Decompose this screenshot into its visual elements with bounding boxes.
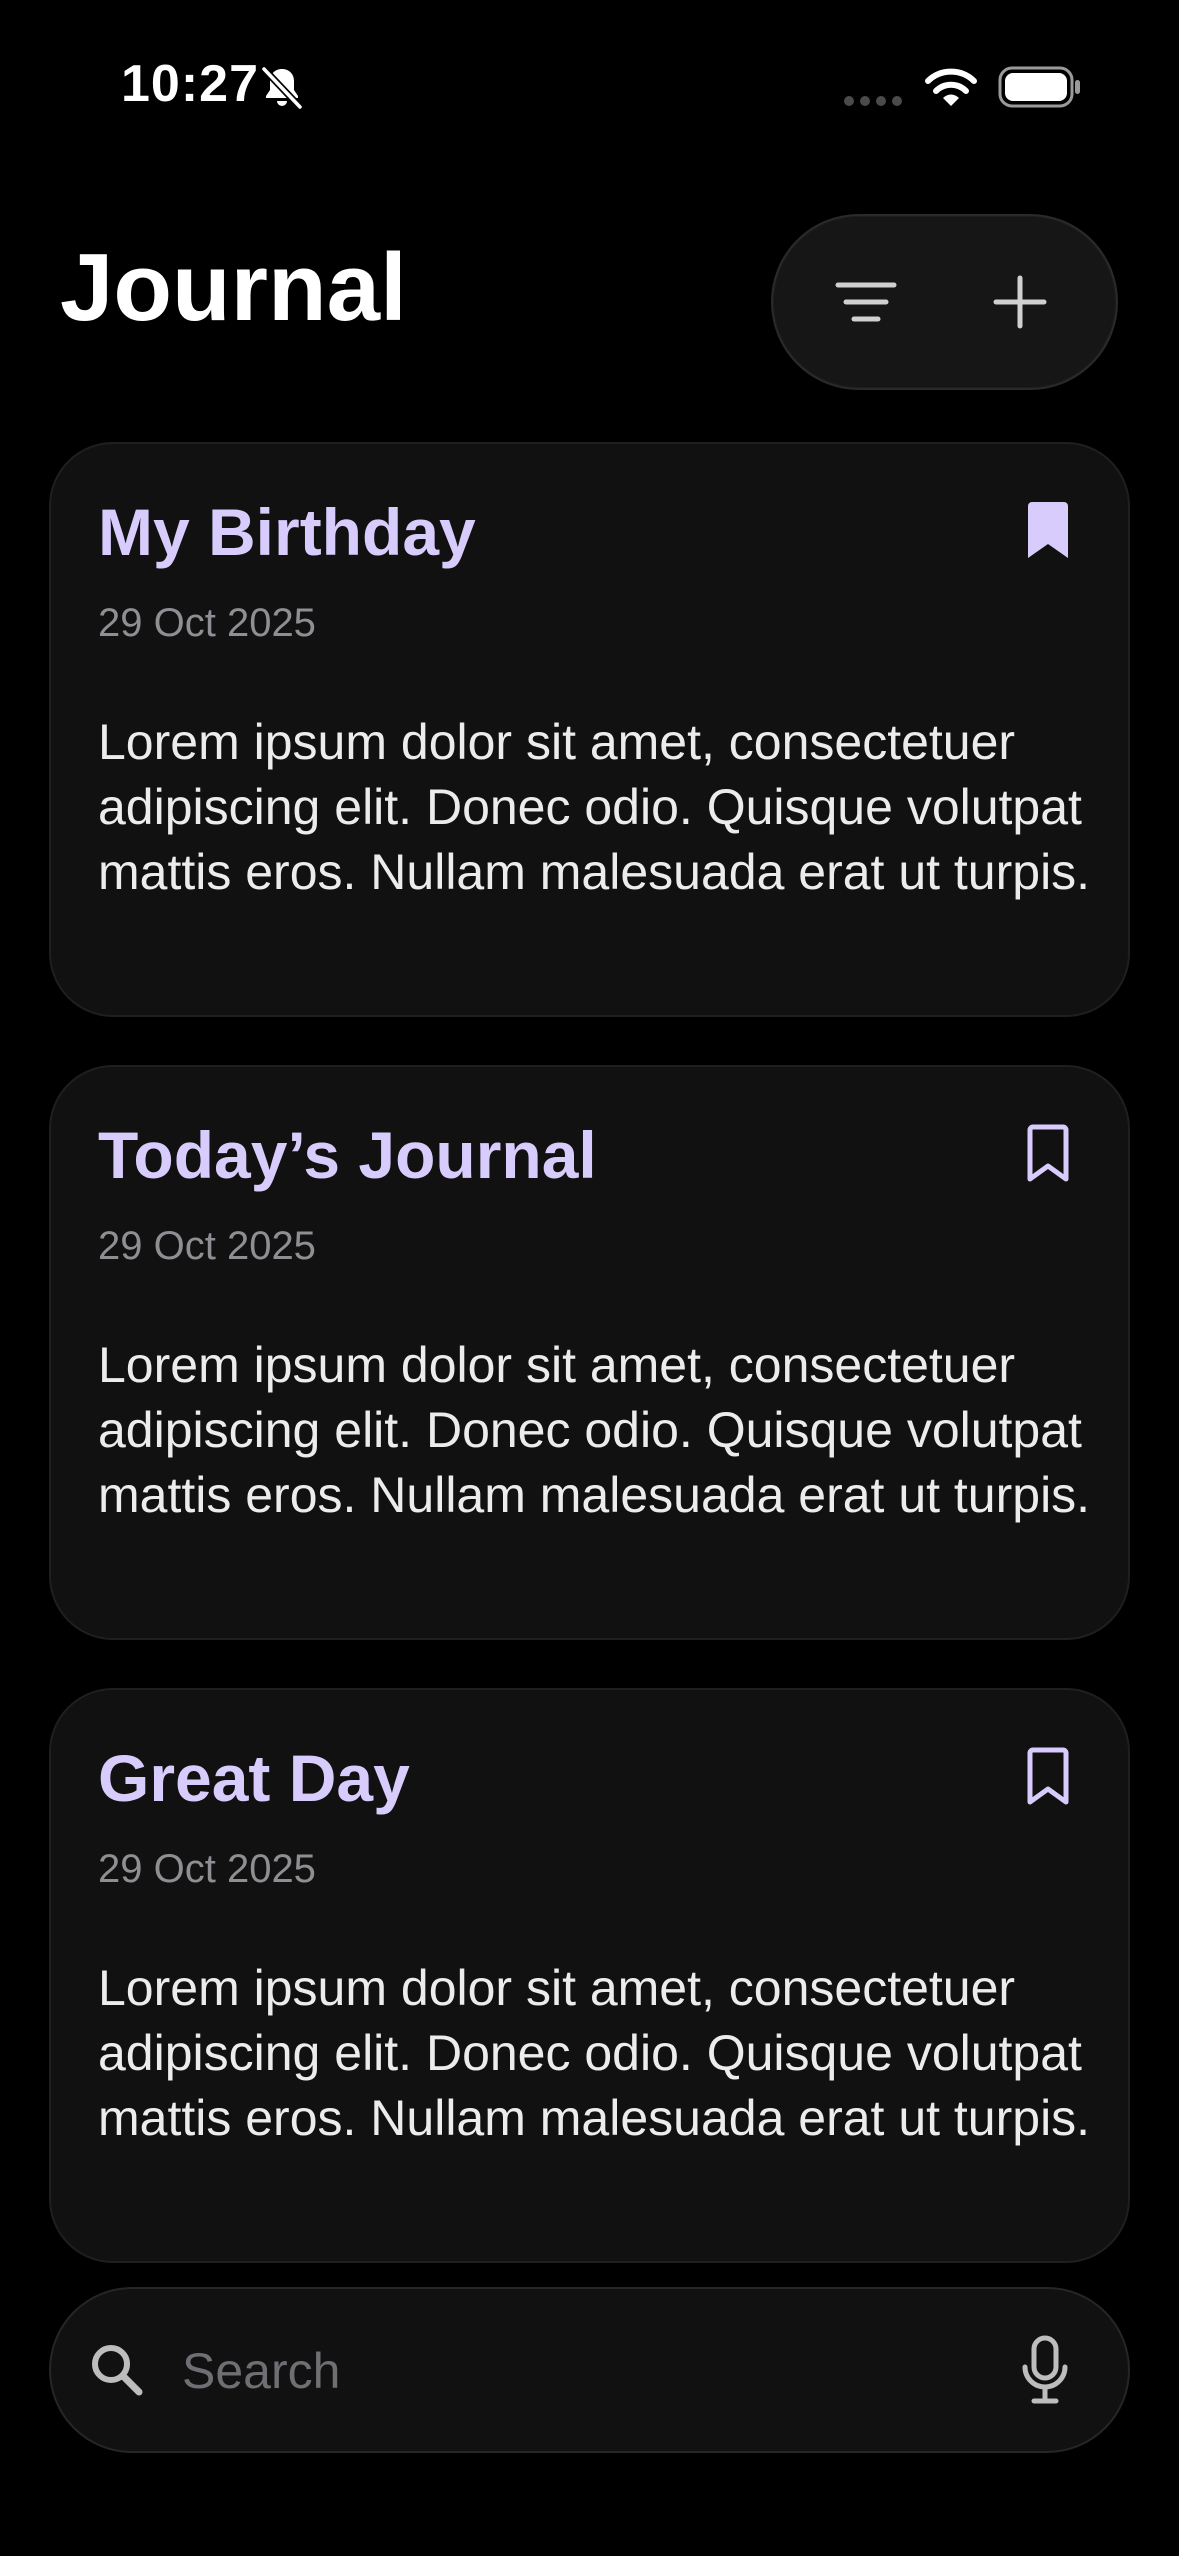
filter-button[interactable] (791, 216, 941, 388)
journal-entry-card[interactable]: Great Day 29 Oct 2025 Lorem ipsum dolor … (49, 1688, 1130, 2263)
page-title: Journal (60, 234, 407, 341)
entry-title: Great Day (98, 1741, 410, 1815)
filter-icon (835, 282, 897, 322)
bookmark-button[interactable] (1018, 1742, 1078, 1812)
journal-entry-card[interactable]: Today’s Journal 29 Oct 2025 Lorem ipsum … (49, 1065, 1130, 1640)
status-bar: 10:27 (0, 0, 1179, 175)
entry-date: 29 Oct 2025 (98, 1847, 316, 1891)
bookmark-icon (1027, 1124, 1069, 1182)
entry-title: My Birthday (98, 495, 476, 569)
header-actions (771, 214, 1118, 390)
bookmark-icon (1027, 1747, 1069, 1805)
entry-date: 29 Oct 2025 (98, 1224, 316, 1268)
entry-body: Lorem ipsum dolor sit amet, consectetuer… (98, 1337, 1091, 1523)
entry-body: Lorem ipsum dolor sit amet, consectetuer… (98, 714, 1091, 900)
entry-body: Lorem ipsum dolor sit amet, consectetuer… (98, 1960, 1091, 2146)
search-icon (92, 2345, 143, 2396)
entry-title: Today’s Journal (98, 1118, 597, 1192)
bell-slash-icon (261, 66, 303, 110)
search-bar[interactable] (49, 2287, 1130, 2453)
entry-date: 29 Oct 2025 (98, 601, 316, 645)
microphone-icon[interactable] (1020, 2335, 1070, 2407)
add-entry-button[interactable] (945, 216, 1095, 388)
status-time: 10:27 (121, 55, 259, 113)
journal-entry-card[interactable]: My Birthday 29 Oct 2025 Lorem ipsum dolo… (49, 442, 1130, 1017)
bookmark-button[interactable] (1018, 496, 1078, 566)
cellular-signal-icon (844, 96, 902, 106)
bookmark-filled-icon (1028, 502, 1068, 558)
wifi-icon (925, 68, 977, 106)
battery-icon (998, 66, 1080, 108)
plus-icon (993, 275, 1047, 329)
search-input[interactable] (182, 2327, 1032, 2415)
bookmark-button[interactable] (1018, 1119, 1078, 1189)
